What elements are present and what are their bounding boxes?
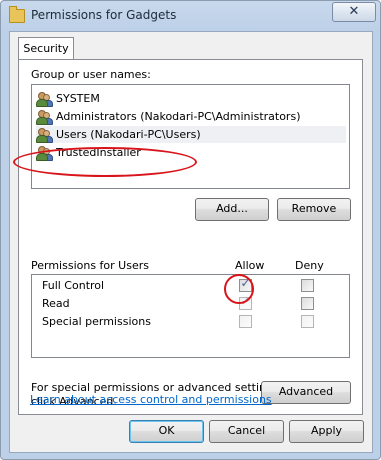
security-tab-panel: Group or user names: SYSTEM Administrato…: [13, 59, 363, 415]
list-item-label: Users (Nakodari-PC\Users): [56, 128, 201, 141]
tab-security[interactable]: Security: [18, 37, 74, 60]
window-title: Permissions for Gadgets: [31, 8, 177, 22]
highlight-ellipse-users: [13, 147, 197, 177]
users-icon: [36, 109, 53, 125]
apply-button[interactable]: Apply: [289, 420, 364, 443]
list-item-users[interactable]: Users (Nakodari-PC\Users): [36, 126, 346, 143]
deny-column-header: Deny: [295, 259, 324, 272]
special-deny-checkbox: [301, 315, 314, 328]
add-button[interactable]: Add...: [195, 198, 269, 221]
folder-icon: [9, 6, 25, 23]
help-link[interactable]: Learn about access control and permissio…: [30, 393, 272, 406]
list-item-system[interactable]: SYSTEM: [36, 90, 346, 107]
ok-button[interactable]: OK: [129, 420, 204, 443]
list-item-label: Administrators (Nakodari-PC\Administrato…: [56, 110, 301, 123]
read-deny-checkbox[interactable]: [301, 297, 314, 310]
dialog-client-area: Security Group or user names: SYSTEM Adm…: [9, 31, 373, 453]
permission-full-control-label: Full Control: [42, 279, 105, 292]
permission-special-label: Special permissions: [42, 315, 151, 328]
group-names-label: Group or user names:: [31, 68, 151, 81]
permission-read-label: Read: [42, 297, 70, 310]
advanced-button[interactable]: Advanced: [261, 381, 351, 404]
cancel-button[interactable]: Cancel: [209, 420, 284, 443]
users-icon: [36, 91, 53, 107]
highlight-circle-allow: [224, 274, 254, 304]
users-icon: [36, 127, 53, 143]
close-button[interactable]: ✕: [332, 2, 376, 22]
allow-column-header: Allow: [235, 259, 265, 272]
full-control-deny-checkbox[interactable]: [301, 279, 314, 292]
permissions-list: Full Control ✓ Read ✓ Special permission…: [31, 274, 350, 358]
list-item-administrators[interactable]: Administrators (Nakodari-PC\Administrato…: [36, 108, 346, 125]
special-allow-checkbox: [239, 315, 252, 328]
remove-button[interactable]: Remove: [277, 198, 351, 221]
dialog-window: Permissions for Gadgets ✕ Security Group…: [0, 0, 381, 460]
permissions-title: Permissions for Users: [31, 259, 149, 272]
list-item-label: SYSTEM: [56, 92, 100, 105]
title-bar[interactable]: Permissions for Gadgets ✕: [1, 1, 380, 31]
